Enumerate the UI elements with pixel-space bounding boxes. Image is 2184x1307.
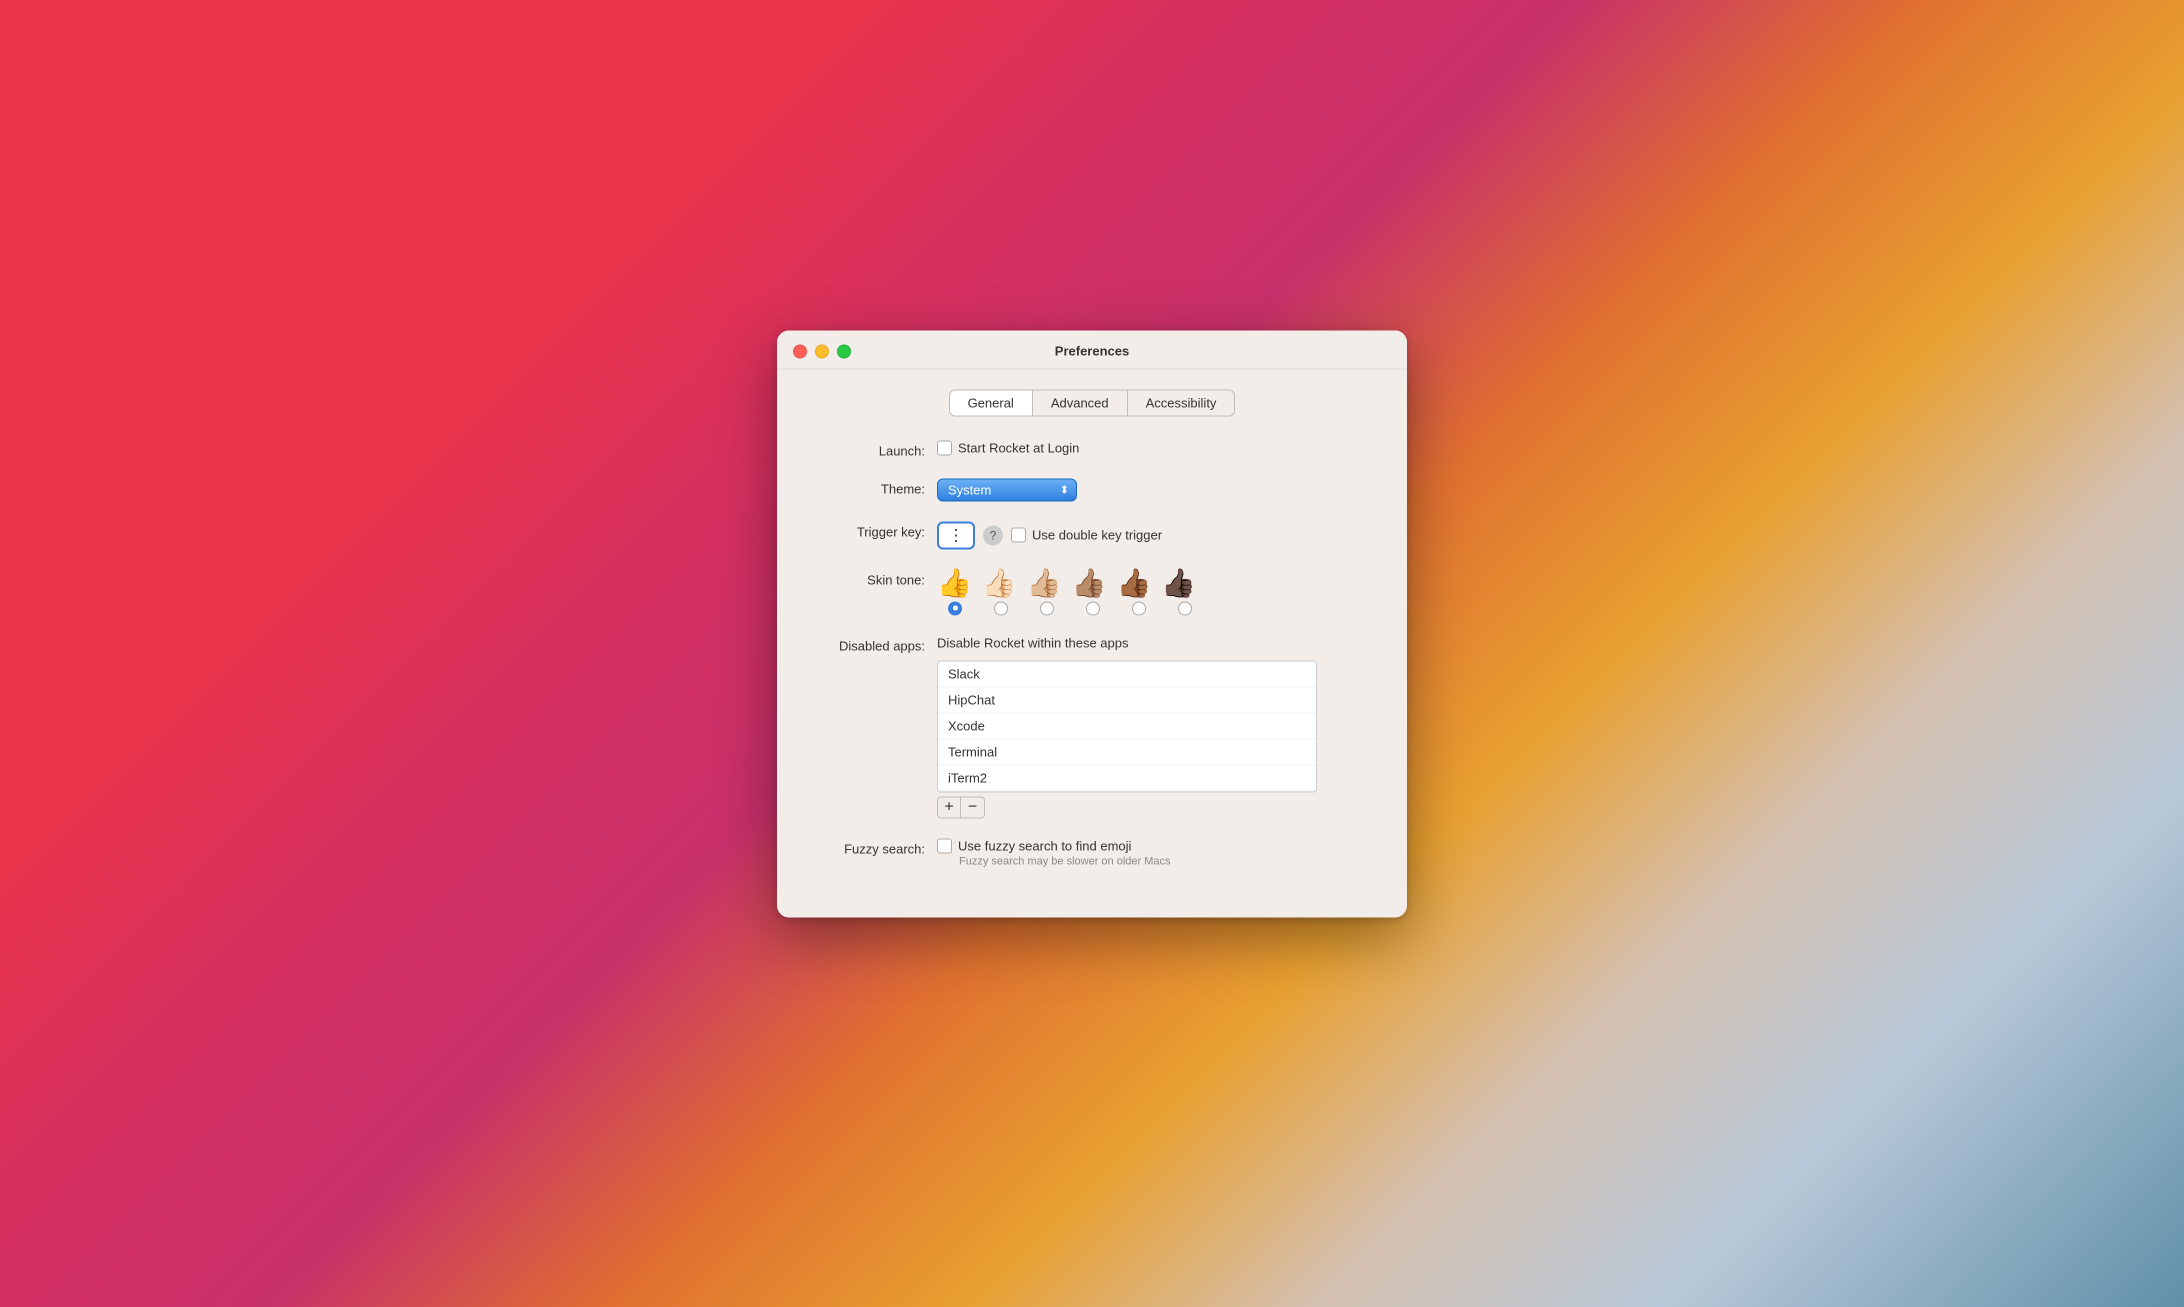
close-button[interactable] [793, 344, 807, 358]
skin-tone-radio-6[interactable] [1178, 601, 1192, 615]
disabled-apps-row: Disabled apps: Disable Rocket within the… [807, 635, 1377, 818]
skin-tone-label: Skin tone: [807, 569, 937, 587]
launch-label: Launch: [807, 440, 937, 458]
trigger-key-help-button[interactable]: ? [983, 525, 1003, 545]
skin-tone-radio-wrap-5 [1121, 601, 1157, 615]
skin-tone-4[interactable]: 👍🏽 [1072, 569, 1107, 597]
skin-tone-1[interactable]: 👍 [937, 569, 972, 597]
disabled-apps-control: Disable Rocket within these apps Slack H… [937, 635, 1377, 818]
skin-tone-radio-wrap-6 [1167, 601, 1203, 615]
skin-tone-6[interactable]: 👍🏿 [1161, 569, 1196, 597]
skin-tone-radio-wrap-3 [1029, 601, 1065, 615]
trigger-key-label: Trigger key: [807, 521, 937, 539]
skin-tone-radio-1[interactable] [948, 601, 962, 615]
theme-select-wrap: System Light Dark ⬍ [937, 478, 1077, 501]
list-controls: + − [937, 796, 1317, 818]
trigger-key-row: Trigger key: ⋮ ? Use double key trigger [807, 521, 1377, 549]
titlebar: Preferences [777, 330, 1407, 369]
trigger-key-control: ⋮ ? Use double key trigger [937, 521, 1377, 549]
tab-accessibility[interactable]: Accessibility [1128, 389, 1236, 416]
list-item: Xcode [938, 713, 1316, 739]
window-content: General Advanced Accessibility Launch: S… [777, 369, 1407, 917]
fuzzy-search-control: Use fuzzy search to find emoji Fuzzy sea… [937, 838, 1377, 867]
skin-tone-radio-2[interactable] [994, 601, 1008, 615]
launch-checkbox-label: Start Rocket at Login [958, 440, 1079, 455]
maximize-button[interactable] [837, 344, 851, 358]
remove-app-button[interactable]: − [961, 796, 985, 818]
skin-tone-radio-wrap-2 [983, 601, 1019, 615]
list-item: Sublime Text [938, 791, 1316, 792]
skin-tone-radio-4[interactable] [1086, 601, 1100, 615]
window-title: Preferences [1055, 344, 1129, 359]
fuzzy-search-checkbox[interactable] [937, 838, 952, 853]
skin-tone-radio-wrap-4 [1075, 601, 1111, 615]
skin-tone-5[interactable]: 👍🏾 [1117, 569, 1152, 597]
fuzzy-checkbox-wrap: Use fuzzy search to find emoji [937, 838, 1171, 853]
skin-tone-radios [937, 601, 1203, 615]
trigger-key-button[interactable]: ⋮ [937, 521, 975, 549]
skin-tone-3[interactable]: 👍🏼 [1027, 569, 1062, 597]
general-form: Launch: Start Rocket at Login Theme: Sys… [807, 440, 1377, 887]
fuzzy-search-row: Fuzzy search: Use fuzzy search to find e… [807, 838, 1377, 867]
traffic-lights [793, 344, 851, 358]
skin-tone-emojis: 👍 👍🏻 👍🏼 👍🏽 👍🏾 👍🏿 [937, 569, 1203, 597]
launch-checkbox-wrap: Start Rocket at Login [937, 440, 1079, 455]
launch-control: Start Rocket at Login [937, 440, 1377, 455]
list-item: Terminal [938, 739, 1316, 765]
list-item: Slack [938, 661, 1316, 687]
theme-select[interactable]: System Light Dark [937, 478, 1077, 501]
fuzzy-search-label: Fuzzy search: [807, 838, 937, 856]
skin-tone-row: Skin tone: 👍 👍🏻 👍🏼 👍🏽 👍🏾 👍🏿 [807, 569, 1377, 615]
minimize-button[interactable] [815, 344, 829, 358]
launch-checkbox[interactable] [937, 440, 952, 455]
double-trigger-wrap: Use double key trigger [1011, 528, 1162, 543]
double-trigger-label: Use double key trigger [1032, 528, 1162, 543]
disabled-apps-wrap: Disable Rocket within these apps Slack H… [937, 635, 1317, 818]
tab-bar: General Advanced Accessibility [807, 389, 1377, 416]
theme-row: Theme: System Light Dark ⬍ [807, 478, 1377, 501]
skin-tones-wrap: 👍 👍🏻 👍🏼 👍🏽 👍🏾 👍🏿 [937, 569, 1203, 615]
skin-tone-radio-wrap-1 [937, 601, 973, 615]
fuzzy-wrap: Use fuzzy search to find emoji Fuzzy sea… [937, 838, 1171, 867]
disabled-apps-list: Slack HipChat Xcode Terminal iTerm2 Subl… [937, 660, 1317, 792]
preferences-window: Preferences General Advanced Accessibili… [777, 330, 1407, 917]
launch-row: Launch: Start Rocket at Login [807, 440, 1377, 458]
skin-tone-control: 👍 👍🏻 👍🏼 👍🏽 👍🏾 👍🏿 [937, 569, 1377, 615]
tab-general[interactable]: General [949, 389, 1033, 416]
trigger-key-value: ⋮ [948, 525, 964, 545]
theme-control: System Light Dark ⬍ [937, 478, 1377, 501]
tab-advanced[interactable]: Advanced [1033, 389, 1128, 416]
theme-label: Theme: [807, 478, 937, 496]
skin-tone-radio-3[interactable] [1040, 601, 1054, 615]
disabled-apps-label: Disabled apps: [807, 635, 937, 653]
double-trigger-checkbox[interactable] [1011, 528, 1026, 543]
disabled-apps-description: Disable Rocket within these apps [937, 635, 1317, 650]
fuzzy-search-hint: Fuzzy search may be slower on older Macs [959, 855, 1171, 867]
list-item: iTerm2 [938, 765, 1316, 791]
skin-tone-2[interactable]: 👍🏻 [982, 569, 1017, 597]
skin-tone-radio-5[interactable] [1132, 601, 1146, 615]
list-item: HipChat [938, 687, 1316, 713]
fuzzy-search-checkbox-label: Use fuzzy search to find emoji [958, 838, 1131, 853]
add-app-button[interactable]: + [937, 796, 961, 818]
